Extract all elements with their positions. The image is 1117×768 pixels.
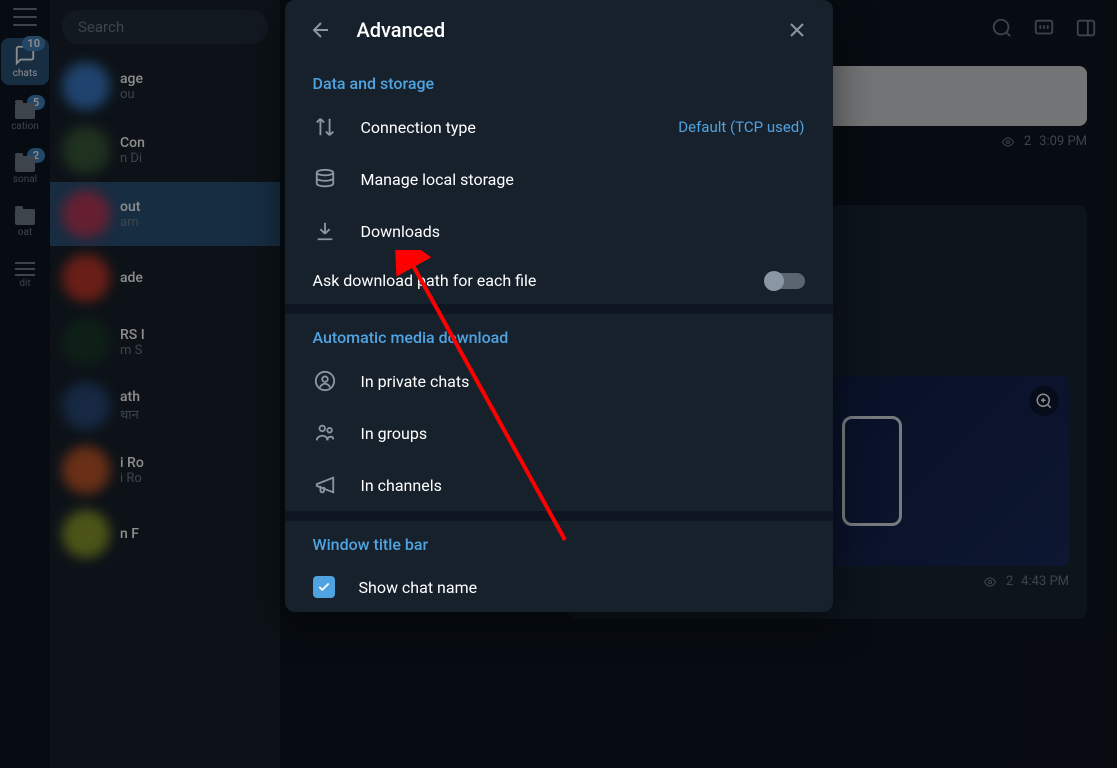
row-groups[interactable]: In groups: [285, 407, 833, 459]
row-channels[interactable]: In channels: [285, 459, 833, 511]
back-button[interactable]: [309, 18, 333, 42]
section-auto-media: Automatic media download: [285, 314, 833, 355]
row-show-chat-name[interactable]: Show chat name: [285, 562, 833, 612]
modal-title: Advanced: [357, 18, 761, 42]
checkbox-show-chat[interactable]: [313, 576, 335, 598]
settings-modal: Advanced Data and storage Connection typ…: [285, 0, 833, 612]
group-icon: [313, 421, 337, 445]
row-ask-download-path[interactable]: Ask download path for each file: [285, 257, 833, 304]
row-downloads[interactable]: Downloads: [285, 205, 833, 257]
download-icon: [313, 219, 337, 243]
database-icon: [313, 167, 337, 191]
row-manage-storage[interactable]: Manage local storage: [285, 153, 833, 205]
close-button[interactable]: [785, 18, 809, 42]
row-connection-type[interactable]: Connection type Default (TCP used): [285, 101, 833, 153]
updown-icon: [313, 115, 337, 139]
modal-overlay: Advanced Data and storage Connection typ…: [0, 0, 1117, 768]
section-data-storage: Data and storage: [285, 60, 833, 101]
megaphone-icon: [313, 473, 337, 497]
user-icon: [313, 369, 337, 393]
toggle-ask-path[interactable]: [765, 273, 805, 289]
row-private-chats[interactable]: In private chats: [285, 355, 833, 407]
section-window-title: Window title bar: [285, 521, 833, 562]
